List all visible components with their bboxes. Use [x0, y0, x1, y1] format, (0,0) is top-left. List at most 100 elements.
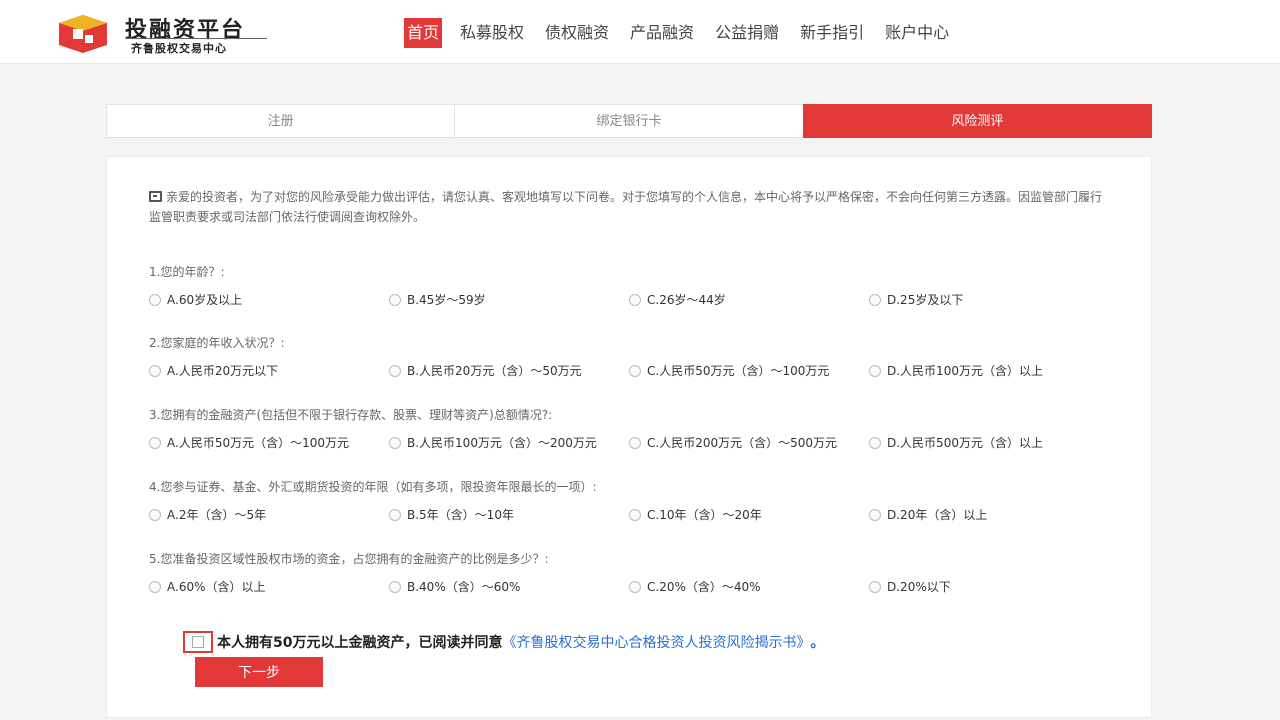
step-register[interactable]: 注册	[106, 104, 455, 138]
option-label: D.25岁及以下	[887, 293, 964, 307]
option-label: A.人民币20万元以下	[167, 364, 279, 378]
radio-icon[interactable]	[149, 436, 161, 449]
option-label: D.人民币500万元（含）以上	[887, 436, 1043, 450]
main-nav: 首页 私募股权 债权融资 产品融资 公益捐赠 新手指引 账户中心	[404, 18, 967, 48]
option-label: A.60岁及以上	[167, 293, 243, 307]
question-options: A.60%（含）以上 B.40%（含）～60% C.20%（含）～40% D.2…	[149, 578, 1109, 598]
option-radio[interactable]: A.2年（含）～5年	[149, 506, 266, 523]
agreement-end: 。	[810, 635, 825, 651]
option-label: C.26岁～44岁	[647, 293, 726, 307]
question-1: 1.您的年龄？: A.60岁及以上 B.45岁～59岁 C.26岁～44岁 D.…	[149, 263, 1109, 311]
option-label: D.20年（含）以上	[887, 508, 988, 522]
questionnaire-card: 亲爱的投资者，为了对您的风险承受能力做出评估，请您认真、客观地填写以下问卷。对于…	[106, 156, 1152, 718]
nav-item-charity[interactable]: 公益捐赠	[712, 18, 782, 48]
radio-icon[interactable]	[629, 436, 641, 449]
nav-item-home[interactable]: 首页	[404, 18, 443, 48]
radio-icon[interactable]	[869, 508, 881, 521]
option-radio[interactable]: D.20年（含）以上	[869, 506, 987, 523]
option-label: B.人民币100万元（含）～200万元	[407, 436, 597, 450]
question-title: 3.您拥有的金融资产(包括但不限于银行存款、股票、理财等资产)总额情况?:	[149, 408, 553, 422]
option-radio[interactable]: C.人民币200万元（含）～500万元	[629, 434, 837, 451]
question-options: A.60岁及以上 B.45岁～59岁 C.26岁～44岁 D.25岁及以下	[149, 291, 1109, 311]
option-radio[interactable]: D.人民币500万元（含）以上	[869, 434, 1043, 451]
radio-icon[interactable]	[389, 508, 401, 521]
radio-icon[interactable]	[389, 436, 401, 449]
option-radio[interactable]: D.人民币100万元（含）以上	[869, 362, 1043, 379]
option-radio[interactable]: C.20%（含）～40%	[629, 578, 761, 595]
option-label: B.人民币20万元（含）～50万元	[407, 364, 582, 378]
question-title: 5.您准备投资区域性股权市场的资金，占您拥有的金融资产的比例是多少？:	[149, 552, 549, 566]
option-radio[interactable]: A.60岁及以上	[149, 291, 242, 308]
radio-icon[interactable]	[389, 364, 401, 377]
radio-icon[interactable]	[149, 508, 161, 521]
option-radio[interactable]: A.60%（含）以上	[149, 578, 266, 595]
option-radio[interactable]: C.26岁～44岁	[629, 291, 726, 308]
next-step-button[interactable]: 下一步	[195, 657, 323, 687]
question-3: 3.您拥有的金融资产(包括但不限于银行存款、股票、理财等资产)总额情况?: A.…	[149, 406, 1109, 454]
logo-mark-icon	[59, 15, 107, 53]
question-title: 1.您的年龄？:	[149, 265, 225, 279]
step-tabs: 注册 绑定银行卡 风险测评	[106, 104, 1152, 138]
brand-logo[interactable]: 投融资平台 齐鲁股权交易中心	[55, 10, 275, 56]
brand-divider	[125, 38, 267, 39]
nav-item-product-financing[interactable]: 产品融资	[627, 18, 697, 48]
option-radio[interactable]: C.10年（含）～20年	[629, 506, 762, 523]
option-radio[interactable]: A.人民币20万元以下	[149, 362, 278, 379]
option-label: B.45岁～59岁	[407, 293, 486, 307]
question-options: A.人民币50万元（含）～100万元 B.人民币100万元（含）～200万元 C…	[149, 434, 1109, 454]
radio-icon[interactable]	[629, 508, 641, 521]
radio-icon[interactable]	[629, 293, 641, 306]
question-title: 4.您参与证券、基金、外汇或期货投资的年限（如有多项，限投资年限最长的一项）:	[149, 480, 597, 494]
option-radio[interactable]: B.5年（含）～10年	[389, 506, 514, 523]
nav-item-debt-financing[interactable]: 债权融资	[542, 18, 612, 48]
agreement-row: 本人拥有50万元以上金融资产，已阅读并同意 《齐鲁股权交易中心合格投资人投资风险…	[183, 631, 824, 653]
option-label: C.20%（含）～40%	[647, 580, 761, 594]
top-header: 投融资平台 齐鲁股权交易中心 首页 私募股权 债权融资 产品融资 公益捐赠 新手…	[0, 0, 1280, 64]
question-options: A.人民币20万元以下 B.人民币20万元（含）～50万元 C.人民币50万元（…	[149, 362, 1109, 382]
question-options: A.2年（含）～5年 B.5年（含）～10年 C.10年（含）～20年 D.20…	[149, 506, 1109, 526]
option-label: A.人民币50万元（含）～100万元	[167, 436, 349, 450]
option-label: B.40%（含）～60%	[407, 580, 521, 594]
radio-icon[interactable]	[629, 580, 641, 593]
option-radio[interactable]: D.25岁及以下	[869, 291, 963, 308]
step-risk-assessment[interactable]: 风险测评	[802, 104, 1152, 138]
step-bind-bank-card[interactable]: 绑定银行卡	[454, 104, 803, 138]
option-radio[interactable]: B.40%（含）～60%	[389, 578, 520, 595]
option-radio[interactable]: B.45岁～59岁	[389, 291, 486, 308]
intro-body: 亲爱的投资者，为了对您的风险承受能力做出评估，请您认真、客观地填写以下问卷。对于…	[149, 190, 1103, 224]
option-label: C.人民币200万元（含）～500万元	[647, 436, 838, 450]
option-label: A.60%（含）以上	[167, 580, 266, 594]
option-radio[interactable]: A.人民币50万元（含）～100万元	[149, 434, 349, 451]
option-label: A.2年（含）～5年	[167, 508, 267, 522]
radio-icon[interactable]	[389, 293, 401, 306]
agreement-checkbox[interactable]	[183, 631, 213, 653]
option-label: B.5年（含）～10年	[407, 508, 514, 522]
question-5: 5.您准备投资区域性股权市场的资金，占您拥有的金融资产的比例是多少？: A.60…	[149, 550, 1109, 598]
radio-icon[interactable]	[149, 293, 161, 306]
option-radio[interactable]: C.人民币50万元（含）～100万元	[629, 362, 829, 379]
option-label: C.人民币50万元（含）～100万元	[647, 364, 830, 378]
brand-subtitle: 齐鲁股权交易中心	[131, 42, 227, 55]
nav-item-account[interactable]: 账户中心	[882, 18, 952, 48]
option-label: D.人民币100万元（含）以上	[887, 364, 1043, 378]
option-radio[interactable]: B.人民币100万元（含）～200万元	[389, 434, 597, 451]
radio-icon[interactable]	[629, 364, 641, 377]
radio-icon[interactable]	[869, 436, 881, 449]
option-radio[interactable]: B.人民币20万元（含）～50万元	[389, 362, 582, 379]
agreement-text: 本人拥有50万元以上金融资产，已阅读并同意	[217, 635, 503, 651]
note-icon	[149, 191, 162, 202]
risk-disclosure-link[interactable]: 《齐鲁股权交易中心合格投资人投资风险揭示书》	[502, 632, 810, 652]
radio-icon[interactable]	[869, 364, 881, 377]
option-radio[interactable]: D.20%以下	[869, 578, 951, 595]
radio-icon[interactable]	[149, 580, 161, 593]
radio-icon[interactable]	[389, 580, 401, 593]
radio-icon[interactable]	[869, 293, 881, 306]
radio-icon[interactable]	[149, 364, 161, 377]
nav-item-private-equity[interactable]: 私募股权	[457, 18, 527, 48]
option-label: D.20%以下	[887, 580, 951, 594]
radio-icon[interactable]	[869, 580, 881, 593]
checkbox-icon[interactable]	[192, 636, 204, 648]
intro-text: 亲爱的投资者，为了对您的风险承受能力做出评估，请您认真、客观地填写以下问卷。对于…	[149, 187, 1109, 227]
nav-item-guide[interactable]: 新手指引	[797, 18, 867, 48]
option-label: C.10年（含）～20年	[647, 508, 762, 522]
